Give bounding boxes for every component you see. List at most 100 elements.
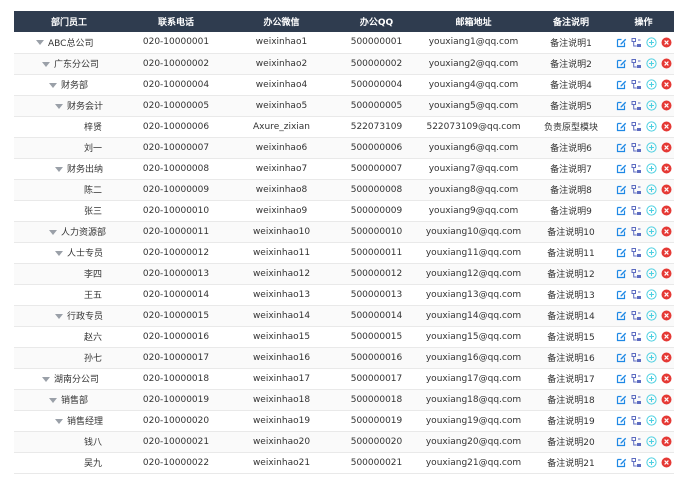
move-button[interactable] (631, 58, 642, 69)
add-child-button[interactable] (645, 37, 657, 48)
delete-button[interactable] (661, 37, 672, 48)
edit-button[interactable] (616, 205, 627, 216)
caret-down-icon[interactable] (42, 375, 50, 383)
edit-button[interactable] (616, 436, 627, 447)
add-child-button[interactable] (645, 457, 657, 468)
table-row[interactable]: 人力资源部 020-10000011 weixinhao10 500000010 you… (14, 221, 674, 242)
add-child-button[interactable] (645, 373, 657, 384)
column-header-qq[interactable]: 办公QQ (335, 11, 418, 32)
table-row[interactable]: 梓贤 020-10000006 Axure_zixian 522073109 52207… (14, 116, 674, 137)
add-child-button[interactable] (645, 394, 657, 405)
edit-button[interactable] (616, 37, 627, 48)
caret-down-icon[interactable] (55, 312, 63, 320)
table-row[interactable]: 张三 020-10000010 weixinhao9 500000009 youxian… (14, 200, 674, 221)
table-row[interactable]: 广东分公司 020-10000002 weixinhao2 500000002 youx… (14, 53, 674, 74)
column-header-note[interactable]: 备注说明 (529, 11, 613, 32)
add-child-button[interactable] (645, 436, 657, 447)
add-child-button[interactable] (645, 142, 657, 153)
delete-button[interactable] (661, 268, 672, 279)
edit-button[interactable] (616, 184, 627, 195)
move-button[interactable] (631, 352, 642, 363)
delete-button[interactable] (661, 289, 672, 300)
edit-button[interactable] (616, 247, 627, 258)
move-button[interactable] (631, 415, 642, 426)
column-header-email[interactable]: 邮箱地址 (418, 11, 529, 32)
edit-button[interactable] (616, 289, 627, 300)
move-button[interactable] (631, 100, 642, 111)
edit-button[interactable] (616, 352, 627, 363)
delete-button[interactable] (661, 310, 672, 321)
table-row[interactable]: 湖南分公司 020-10000018 weixinhao17 500000017 you… (14, 368, 674, 389)
edit-button[interactable] (616, 100, 627, 111)
add-child-button[interactable] (645, 247, 657, 258)
table-row[interactable]: 吴九 020-10000022 weixinhao21 500000021 youxia… (14, 452, 674, 473)
delete-button[interactable] (661, 58, 672, 69)
delete-button[interactable] (661, 163, 672, 174)
move-button[interactable] (631, 457, 642, 468)
caret-down-icon[interactable] (36, 38, 44, 46)
move-button[interactable] (631, 121, 642, 132)
edit-button[interactable] (616, 394, 627, 405)
caret-down-icon[interactable] (55, 165, 63, 173)
move-button[interactable] (631, 268, 642, 279)
add-child-button[interactable] (645, 415, 657, 426)
edit-button[interactable] (616, 58, 627, 69)
add-child-button[interactable] (645, 268, 657, 279)
move-button[interactable] (631, 436, 642, 447)
edit-button[interactable] (616, 415, 627, 426)
caret-down-icon[interactable] (55, 417, 63, 425)
table-row[interactable]: 销售经理 020-10000020 weixinhao19 500000019 youx… (14, 410, 674, 431)
delete-button[interactable] (661, 100, 672, 111)
edit-button[interactable] (616, 373, 627, 384)
delete-button[interactable] (661, 415, 672, 426)
delete-button[interactable] (661, 142, 672, 153)
move-button[interactable] (631, 205, 642, 216)
table-row[interactable]: 销售部 020-10000019 weixinhao18 500000018 youxi… (14, 389, 674, 410)
move-button[interactable] (631, 331, 642, 342)
move-button[interactable] (631, 184, 642, 195)
table-row[interactable]: 赵六 020-10000016 weixinhao15 500000015 youxia… (14, 326, 674, 347)
delete-button[interactable] (661, 436, 672, 447)
caret-down-icon[interactable] (49, 396, 57, 404)
add-child-button[interactable] (645, 79, 657, 90)
move-button[interactable] (631, 289, 642, 300)
caret-down-icon[interactable] (49, 81, 57, 89)
table-row[interactable]: ABC总公司 020-10000001 weixinhao1 500000001 you… (14, 32, 674, 53)
caret-down-icon[interactable] (55, 102, 63, 110)
delete-button[interactable] (661, 247, 672, 258)
table-row[interactable]: 刘一 020-10000007 weixinhao6 500000006 youxian… (14, 137, 674, 158)
caret-down-icon[interactable] (55, 249, 63, 257)
edit-button[interactable] (616, 142, 627, 153)
table-row[interactable]: 人士专员 020-10000012 weixinhao11 500000011 youx… (14, 242, 674, 263)
add-child-button[interactable] (645, 331, 657, 342)
add-child-button[interactable] (645, 226, 657, 237)
table-row[interactable]: 陈二 020-10000009 weixinhao8 500000008 youxian… (14, 179, 674, 200)
move-button[interactable] (631, 37, 642, 48)
edit-button[interactable] (616, 226, 627, 237)
caret-down-icon[interactable] (49, 228, 57, 236)
add-child-button[interactable] (645, 58, 657, 69)
delete-button[interactable] (661, 121, 672, 132)
table-row[interactable]: 钱八 020-10000021 weixinhao20 500000020 youxia… (14, 431, 674, 452)
edit-button[interactable] (616, 79, 627, 90)
add-child-button[interactable] (645, 289, 657, 300)
edit-button[interactable] (616, 163, 627, 174)
move-button[interactable] (631, 79, 642, 90)
edit-button[interactable] (616, 457, 627, 468)
move-button[interactable] (631, 247, 642, 258)
edit-button[interactable] (616, 331, 627, 342)
edit-button[interactable] (616, 268, 627, 279)
delete-button[interactable] (661, 79, 672, 90)
move-button[interactable] (631, 310, 642, 321)
column-header-wechat[interactable]: 办公微信 (228, 11, 335, 32)
add-child-button[interactable] (645, 352, 657, 363)
table-row[interactable]: 行政专员 020-10000015 weixinhao14 500000014 youx… (14, 305, 674, 326)
table-row[interactable]: 孙七 020-10000017 weixinhao16 500000016 youxia… (14, 347, 674, 368)
delete-button[interactable] (661, 205, 672, 216)
add-child-button[interactable] (645, 310, 657, 321)
delete-button[interactable] (661, 373, 672, 384)
move-button[interactable] (631, 163, 642, 174)
table-row[interactable]: 王五 020-10000014 weixinhao13 500000013 youxia… (14, 284, 674, 305)
delete-button[interactable] (661, 184, 672, 195)
column-header-department[interactable]: 部门员工 (14, 11, 124, 32)
